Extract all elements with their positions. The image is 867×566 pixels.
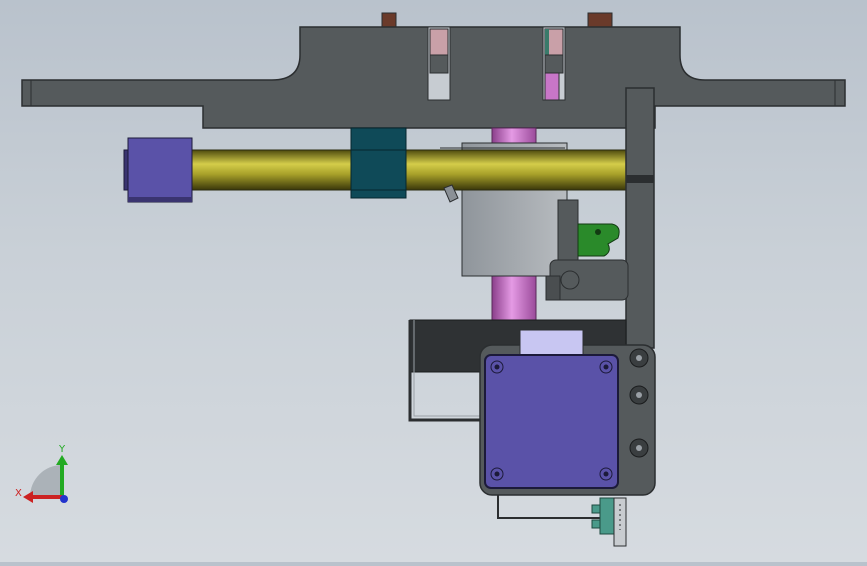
wire-connector [497, 495, 627, 547]
assembly-drawing: Y X [15, 12, 846, 547]
vertical-frame-plate [625, 87, 655, 349]
triad-y-label: Y [58, 444, 66, 455]
beam-slot-right [542, 26, 566, 101]
cad-viewport[interactable]: Y X [0, 0, 867, 562]
linear-rod [189, 149, 631, 191]
top-tab-right [587, 12, 613, 28]
motor-label-plate [519, 329, 584, 357]
stepper-motor [484, 354, 619, 489]
triad-x-label: X [15, 488, 22, 499]
limit-switch-assembly [545, 199, 629, 301]
rod-coupling [350, 127, 407, 199]
beam-slot-left [427, 26, 451, 101]
top-tab-left [381, 12, 397, 28]
rod-end-motor [123, 137, 193, 203]
coordinate-triad: Y X [15, 444, 68, 503]
